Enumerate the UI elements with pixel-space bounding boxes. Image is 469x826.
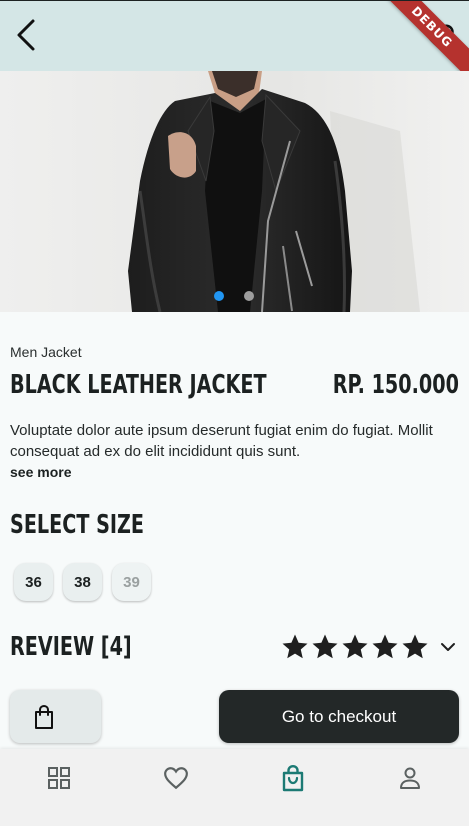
product-price: RP. 150.000 (332, 370, 459, 400)
man-in-black-leather-jacket-image (0, 71, 469, 312)
shopping-bag-icon (35, 704, 53, 729)
product-name: Black Leather Jacket (10, 370, 267, 400)
person-icon (400, 767, 420, 789)
product-description: Voluptate dolor aute ipsum deserunt fugi… (10, 422, 433, 460)
add-to-cart-button[interactable] (10, 690, 101, 743)
carousel-indicator (0, 291, 469, 303)
select-size-title: Select Size (10, 510, 145, 540)
see-more-link[interactable]: see more (10, 464, 71, 480)
size-option-38[interactable]: 38 (63, 563, 102, 601)
product-image[interactable] (0, 71, 469, 312)
checkout-button[interactable]: Go to checkout (219, 690, 459, 743)
review-title: Review [4] (10, 632, 132, 662)
product-category: Men Jacket (10, 344, 82, 360)
star-icon (402, 634, 428, 659)
size-option-36[interactable]: 36 (14, 563, 53, 601)
star-icon (312, 634, 338, 659)
star-icon (282, 634, 308, 659)
chevron-down-icon[interactable] (436, 635, 460, 659)
rating-stars[interactable] (280, 632, 460, 662)
nav-item-cart[interactable] (273, 763, 313, 793)
grid-icon (48, 767, 70, 789)
back-button[interactable] (6, 13, 46, 57)
carousel-dot-active[interactable] (214, 291, 224, 301)
carousel-dot[interactable] (244, 291, 254, 301)
size-options: 36 38 39 (14, 563, 151, 601)
bottom-navigation (0, 749, 469, 826)
nav-item-profile[interactable] (390, 763, 430, 793)
app-bar: DEBUG (0, 1, 469, 71)
shopping-bag-icon (282, 764, 304, 792)
nav-item-favorites[interactable] (156, 763, 196, 793)
star-icon (342, 634, 368, 659)
heart-icon (164, 767, 188, 790)
nav-item-catalog[interactable] (39, 763, 79, 793)
size-option-39[interactable]: 39 (112, 563, 151, 601)
arrow-back-icon (17, 19, 35, 51)
star-icon (372, 634, 398, 659)
